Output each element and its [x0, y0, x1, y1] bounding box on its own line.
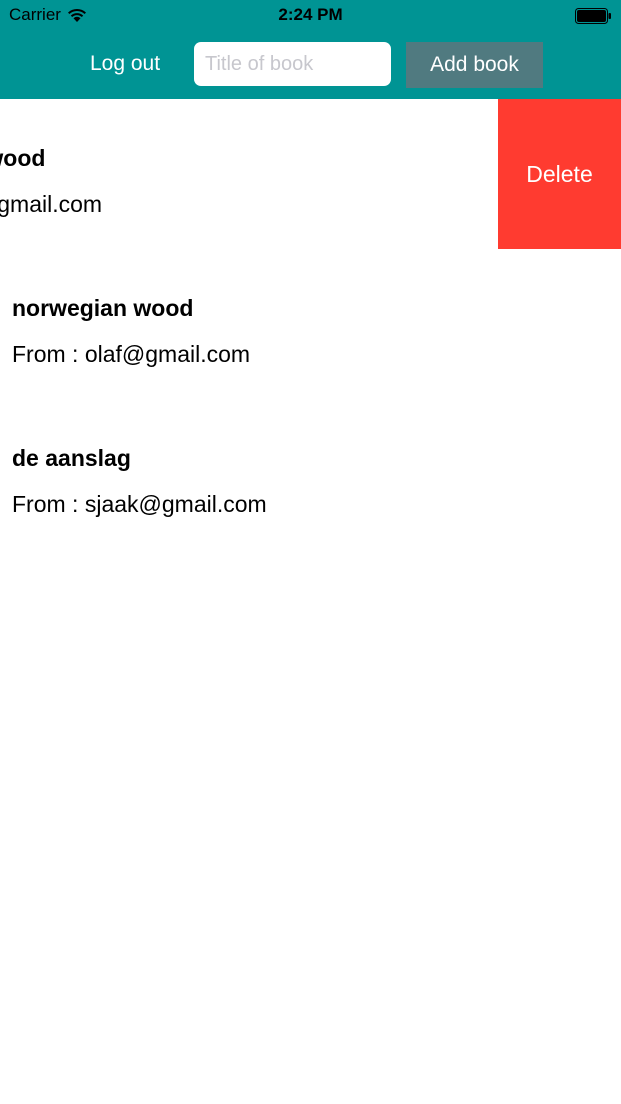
list-item[interactable]: norwegian wood From : olaf@gmail.com	[0, 249, 621, 399]
add-book-button[interactable]: Add book	[406, 42, 543, 88]
list-item-content: de aanslag From : sjaak@gmail.com	[12, 399, 612, 549]
logout-button[interactable]: Log out	[80, 42, 170, 86]
status-bar: Carrier 2:24 PM	[0, 0, 621, 32]
book-title-input[interactable]	[194, 42, 391, 86]
list-item-content: norwegian wood From : olaf@gmail.com	[0, 99, 464, 249]
app-screen: Carrier 2:24 PM Log out Add book	[0, 0, 621, 1104]
book-title: norwegian wood	[12, 295, 194, 321]
list-item-content: norwegian wood From : olaf@gmail.com	[12, 249, 612, 399]
book-title: de aanslag	[12, 445, 131, 471]
header: Carrier 2:24 PM Log out Add book	[0, 0, 621, 99]
list-item[interactable]: norwegian wood From : olaf@gmail.com Del…	[0, 99, 621, 249]
status-time: 2:24 PM	[278, 5, 343, 24]
book-owner: From : olaf@gmail.com	[0, 191, 103, 217]
book-list: norwegian wood From : olaf@gmail.com Del…	[0, 99, 621, 549]
book-title: norwegian wood	[0, 145, 46, 171]
toolbar: Log out Add book	[0, 32, 621, 99]
book-owner: From : olaf@gmail.com	[12, 341, 251, 367]
battery-icon	[575, 8, 611, 24]
list-item[interactable]: de aanslag From : sjaak@gmail.com	[0, 399, 621, 549]
delete-button[interactable]: Delete	[498, 99, 621, 249]
book-owner: From : sjaak@gmail.com	[12, 491, 267, 517]
